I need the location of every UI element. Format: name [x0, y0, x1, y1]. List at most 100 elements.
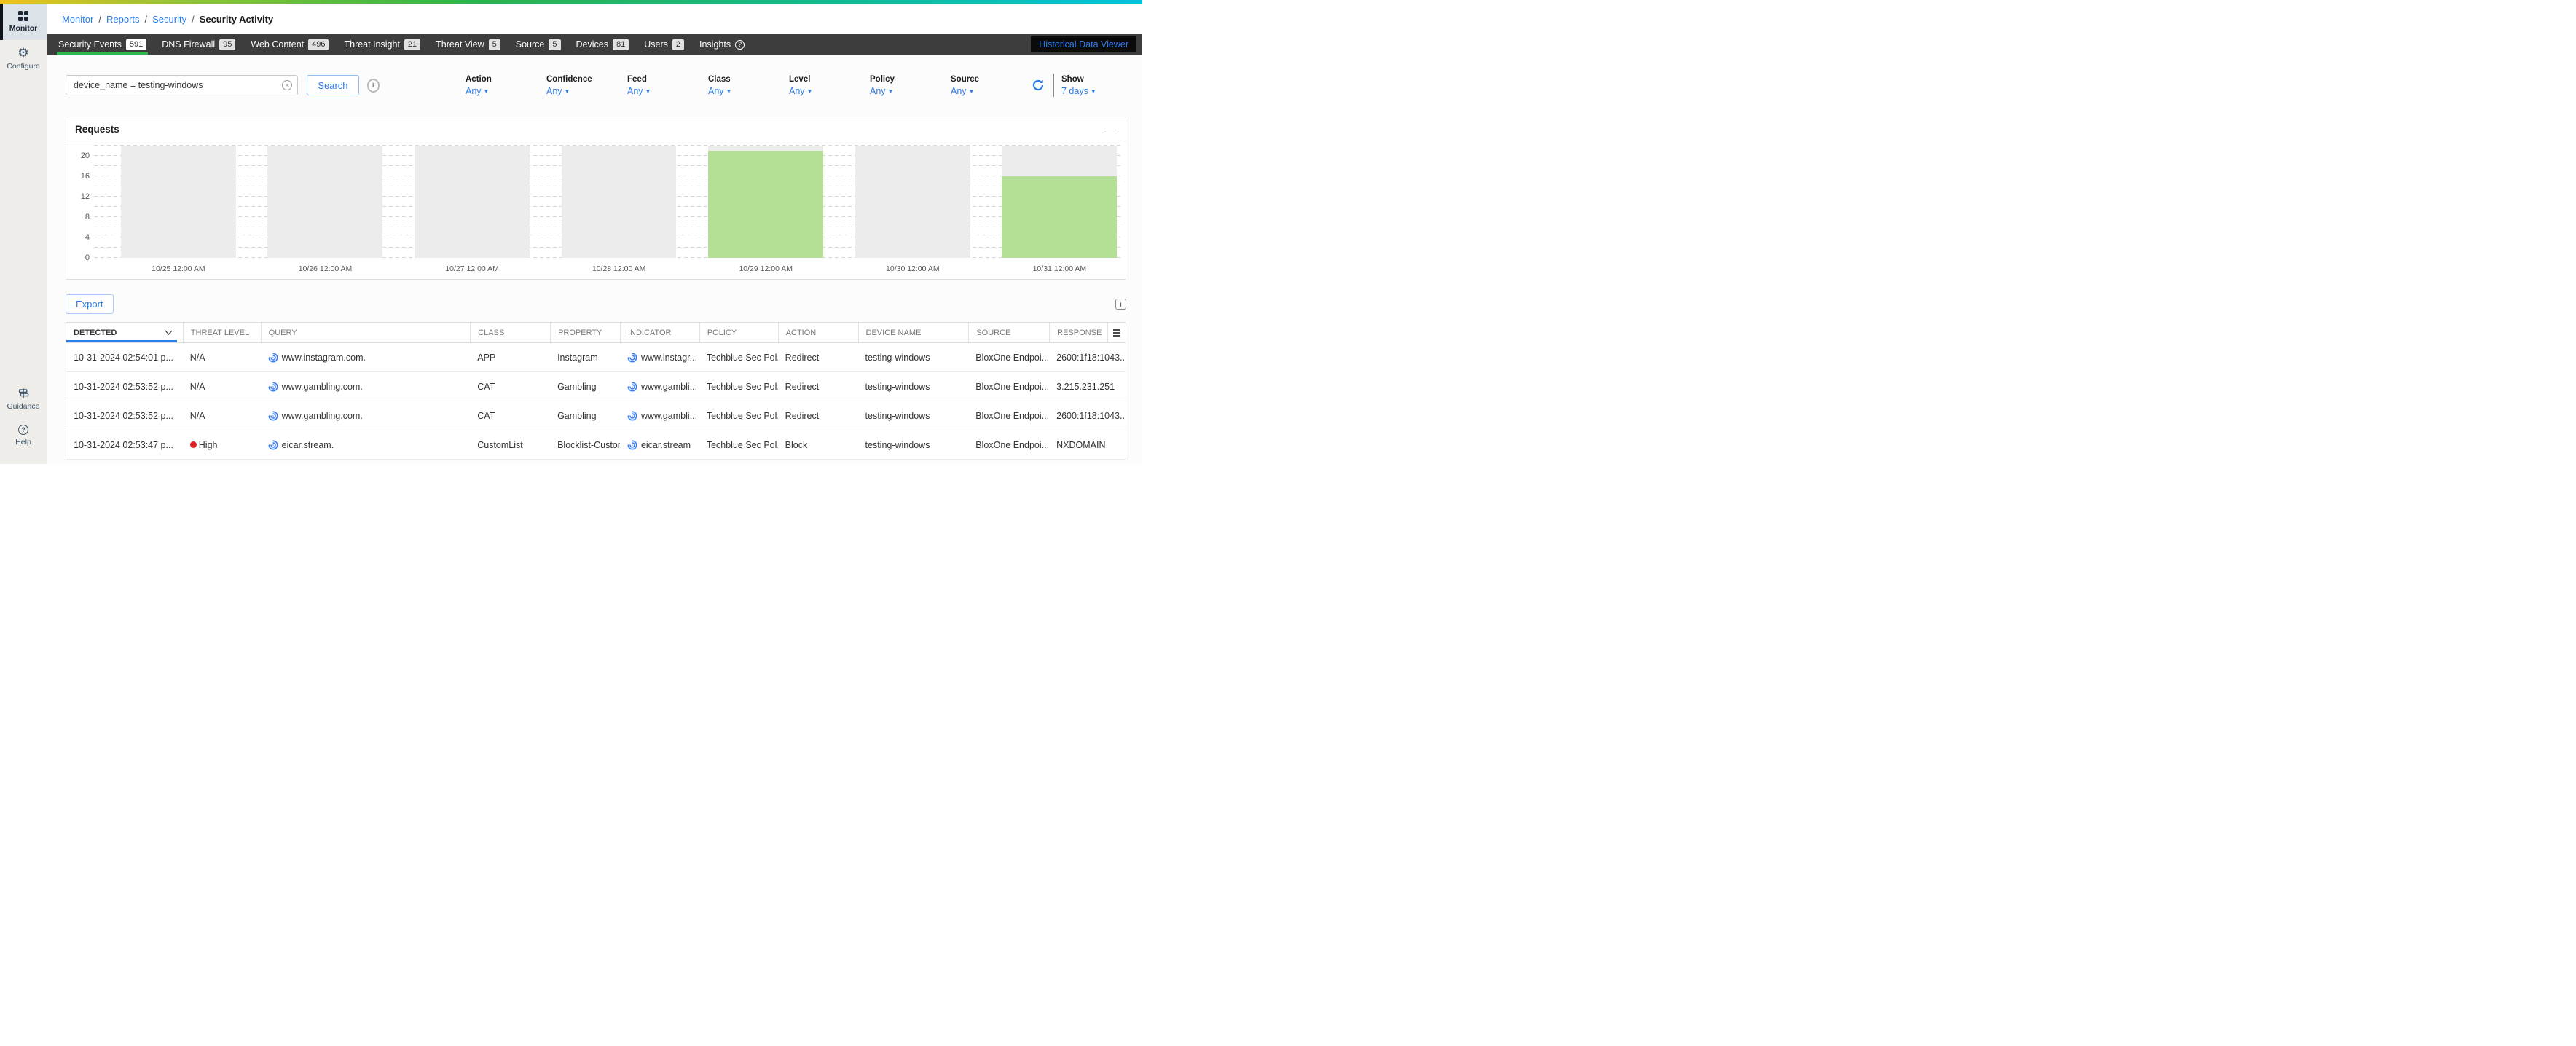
- cell-text: NXDOMAIN: [1056, 440, 1105, 450]
- sidebar-item-monitor[interactable]: Monitor: [0, 4, 47, 40]
- sidebar-item-help[interactable]: ? Help: [0, 417, 47, 454]
- filter-label: Policy: [870, 75, 937, 84]
- tab-threat-view[interactable]: Threat View5: [434, 34, 502, 55]
- sidebar-item-label: Guidance: [7, 402, 40, 411]
- cell-text: 10-31-2024 02:53:47 p...: [74, 440, 173, 450]
- filter-selected-value: Any: [870, 86, 886, 96]
- historical-data-viewer-button[interactable]: Historical Data Viewer: [1031, 36, 1136, 52]
- tab-insights[interactable]: Insights?: [698, 34, 746, 55]
- breadcrumb-link-monitor[interactable]: Monitor: [62, 14, 93, 25]
- search-input[interactable]: [66, 75, 298, 95]
- x-axis-tick-label: 10/30 12:00 AM: [886, 264, 940, 273]
- table-info-icon[interactable]: i: [1115, 299, 1126, 310]
- cell-response: 2600:1f18:1043...: [1049, 411, 1126, 421]
- filter-policy[interactable]: PolicyAny▼: [870, 75, 937, 96]
- column-header-indicator[interactable]: INDICATOR: [620, 323, 699, 342]
- cell-text: Gambling: [557, 382, 597, 392]
- show-filter[interactable]: Show 7 days▼: [1061, 75, 1112, 96]
- x-axis-tick-label: 10/27 12:00 AM: [445, 264, 499, 273]
- column-header-detected[interactable]: DETECTED: [66, 323, 183, 342]
- tab-source[interactable]: Source5: [514, 34, 562, 55]
- table-row[interactable]: 10-31-2024 02:53:52 p...N/Awww.gambling.…: [66, 372, 1126, 401]
- chart-plot: 10/25 12:00 AM10/26 12:00 AM10/27 12:00 …: [94, 146, 1122, 258]
- table-row[interactable]: 10-31-2024 02:54:01 p...N/Awww.instagram…: [66, 343, 1126, 372]
- search-info-icon[interactable]: i: [367, 79, 380, 93]
- cell-source: BloxOne Endpoi...: [968, 411, 1049, 421]
- y-axis-tick-label: 16: [66, 172, 90, 181]
- cell-device_name: testing-windows: [858, 440, 969, 450]
- cell-text: BloxOne Endpoi...: [975, 382, 1049, 392]
- column-header-threat_level[interactable]: THREAT LEVEL: [183, 323, 261, 342]
- cell-detected: 10-31-2024 02:53:52 p...: [66, 411, 183, 421]
- cell-text: CAT: [477, 382, 495, 392]
- day-band: [121, 146, 236, 258]
- filter-feed[interactable]: FeedAny▼: [627, 75, 694, 96]
- requests-bar: [708, 151, 823, 258]
- tab-devices[interactable]: Devices81: [575, 34, 631, 55]
- tab-dns-firewall[interactable]: DNS Firewall95: [160, 34, 237, 55]
- events-table: DETECTEDTHREAT LEVELQUERY CLASS PROPERTYIN…: [66, 322, 1126, 460]
- cell-action: Block: [778, 440, 858, 450]
- search-button[interactable]: Search: [307, 75, 358, 95]
- tab-label: Threat Insight: [344, 39, 399, 50]
- chart-day-slot: 10/30 12:00 AM: [828, 146, 975, 258]
- table-row[interactable]: 10-31-2024 02:53:47 p...Higheicar.stream…: [66, 430, 1126, 460]
- tab-label: Threat View: [436, 39, 484, 50]
- filter-label: Confidence: [546, 75, 613, 84]
- dossier-lookup-icon[interactable]: [268, 382, 278, 392]
- dossier-lookup-icon[interactable]: [627, 382, 637, 392]
- column-header-label: CLASS: [478, 329, 504, 337]
- tab-users[interactable]: Users2: [643, 34, 686, 55]
- dossier-lookup-icon[interactable]: [268, 440, 278, 450]
- show-value: 7 days: [1061, 86, 1088, 96]
- column-header-device_name[interactable]: DEVICE NAME: [858, 323, 969, 342]
- breadcrumb-link-reports[interactable]: Reports: [106, 14, 140, 25]
- filter-group: ActionAny▼ConfidenceAny▼FeedAny▼ClassAny…: [466, 75, 1032, 96]
- breadcrumb-link-security[interactable]: Security: [152, 14, 186, 25]
- cell-response: 2600:1f18:1043...: [1049, 353, 1126, 363]
- dossier-lookup-icon[interactable]: [268, 411, 278, 421]
- cell-text: Techblue Sec Pol...: [707, 411, 778, 421]
- cell-text: www.instagram.com.: [282, 353, 366, 363]
- refresh-icon[interactable]: [1032, 79, 1045, 92]
- column-header-action[interactable]: ACTION: [778, 323, 858, 342]
- chevron-down-icon: ▼: [726, 88, 732, 95]
- column-config-button[interactable]: [1107, 323, 1126, 342]
- sort-chevron-icon: [165, 330, 173, 335]
- column-header-source[interactable]: SOURCE: [968, 323, 1049, 342]
- cell-threat_level: High: [183, 440, 261, 450]
- cell-text: 3.215.231.251: [1056, 382, 1115, 392]
- column-header-response[interactable]: RESPONSE: [1049, 323, 1107, 342]
- export-button[interactable]: Export: [66, 294, 114, 314]
- table-row[interactable]: 10-31-2024 02:53:52 p...N/Awww.gambling.…: [66, 401, 1126, 430]
- sidebar-item-guidance[interactable]: Guidance: [0, 381, 47, 417]
- column-header-query[interactable]: QUERY: [261, 323, 471, 342]
- tab-security-events[interactable]: Security Events591: [57, 34, 148, 55]
- dossier-lookup-icon[interactable]: [268, 353, 278, 363]
- collapse-panel-icon[interactable]: —: [1107, 125, 1117, 133]
- column-header-policy[interactable]: POLICY: [699, 323, 778, 342]
- cell-text: CAT: [477, 411, 495, 421]
- chart-day-slot: 10/26 12:00 AM: [241, 146, 388, 258]
- sidebar-item-configure[interactable]: ⚙ Configure: [0, 40, 47, 76]
- tab-web-content[interactable]: Web Content496: [249, 34, 330, 55]
- filter-label: Feed: [627, 75, 694, 84]
- filter-level[interactable]: LevelAny▼: [789, 75, 856, 96]
- x-axis-tick-label: 10/28 12:00 AM: [592, 264, 646, 273]
- filter-selected-value: Any: [951, 86, 967, 96]
- cell-text: 2600:1f18:1043...: [1056, 353, 1126, 363]
- chevron-down-icon: ▼: [565, 88, 570, 95]
- filter-class[interactable]: ClassAny▼: [708, 75, 775, 96]
- filter-source[interactable]: SourceAny▼: [951, 75, 1018, 96]
- dossier-lookup-icon[interactable]: [627, 440, 637, 450]
- column-header-class[interactable]: CLASS: [470, 323, 550, 342]
- tab-threat-insight[interactable]: Threat Insight21: [342, 34, 422, 55]
- column-header-property[interactable]: PROPERTY: [550, 323, 620, 342]
- tab-label: Insights: [699, 39, 731, 50]
- filter-action[interactable]: ActionAny▼: [466, 75, 533, 96]
- filter-confidence[interactable]: ConfidenceAny▼: [546, 75, 613, 96]
- dossier-lookup-icon[interactable]: [627, 353, 637, 363]
- column-header-label: POLICY: [707, 329, 737, 337]
- cell-indicator: www.instagr...: [620, 353, 699, 363]
- dossier-lookup-icon[interactable]: [627, 411, 637, 421]
